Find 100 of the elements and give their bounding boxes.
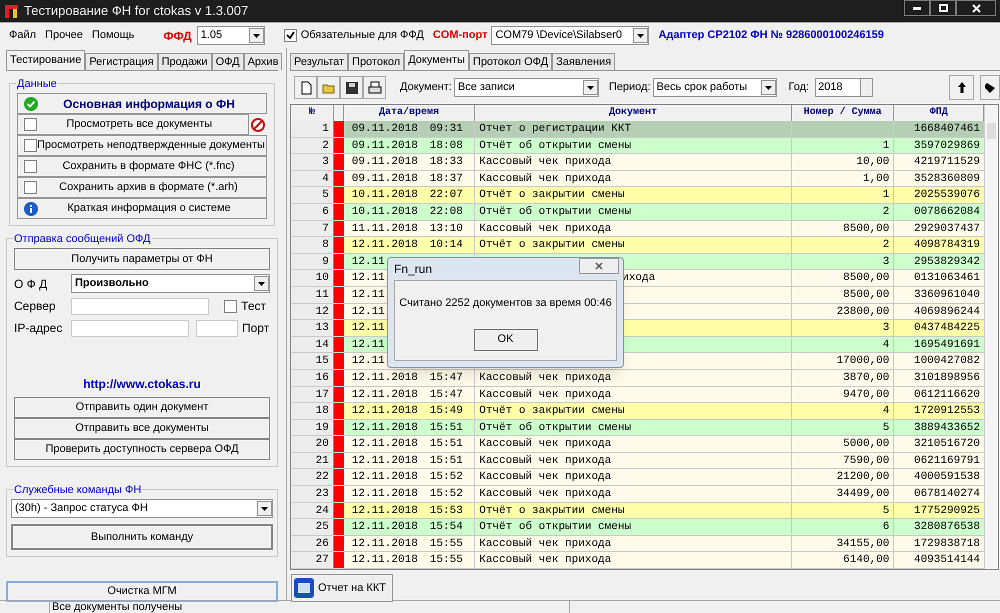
checkbox[interactable] bbox=[224, 300, 238, 312]
up-arrow-button[interactable] bbox=[949, 75, 974, 100]
table-row[interactable]: 8 12.11.2018 10:14 Отчёт о закрытии смены 2 4098784319 bbox=[291, 237, 984, 254]
sum-cell: 2 bbox=[882, 239, 890, 252]
table-row[interactable]: 21 12.11.2018 15:51 Кассовый чек прихода 7590,00 0621169791 bbox=[291, 452, 984, 470]
dropdown-field[interactable]: (30h) - Запрос статуса ФН bbox=[11, 499, 273, 518]
dropdown-field[interactable]: Все записи bbox=[454, 78, 599, 97]
table-row[interactable]: 27 12.11.2018 15:55 Кассовый чек прихода 6140,00 4093514144 bbox=[291, 552, 984, 570]
tab[interactable]: Результат bbox=[290, 53, 348, 70]
maximize-button[interactable] bbox=[930, 0, 956, 16]
sum-cell: 34499,00 bbox=[836, 488, 890, 500]
document-cell-text: Отчёт о закрытии смены bbox=[479, 188, 624, 203]
checkbox[interactable] bbox=[24, 181, 37, 194]
sum-cell: 34155,00 bbox=[836, 538, 890, 550]
time-cell-text: 15:55 bbox=[430, 553, 463, 568]
data-button[interactable]: Просмотреть все документы bbox=[17, 114, 249, 135]
save-icon[interactable] bbox=[340, 76, 363, 99]
data-button[interactable]: Сохранить в формате ФНС (*.fnc) bbox=[17, 156, 267, 177]
close-icon bbox=[972, 4, 980, 12]
new-file-icon[interactable] bbox=[294, 76, 317, 99]
clear-button[interactable]: Очистка МГМ bbox=[6, 581, 278, 602]
document-cell-text: Отчёт об открытии смены bbox=[479, 520, 632, 535]
website-link[interactable]: http://www.ctokas.ru bbox=[14, 375, 270, 393]
command-button[interactable]: Отправить один документ bbox=[14, 397, 270, 418]
row-number: 18 bbox=[291, 403, 334, 419]
dropdown-field[interactable]: Произвольно bbox=[71, 274, 270, 293]
sum-cell: 23800,00 bbox=[836, 306, 890, 318]
table-row[interactable]: 16 12.11.2018 15:47 Кассовый чек прихода 3870,00 3101898956 bbox=[291, 370, 984, 386]
data-button[interactable]: Краткая информация о системе bbox=[17, 198, 267, 219]
table-row[interactable]: 4 09.11.2018 18:37 Кассовый чек прихода 1,00 3528360809 bbox=[291, 170, 984, 188]
minimize-button[interactable] bbox=[904, 0, 930, 16]
close-button[interactable] bbox=[956, 0, 996, 16]
dropdown-field[interactable]: Весь срок работы bbox=[652, 78, 776, 97]
time-cell-text: 15:51 bbox=[430, 420, 463, 436]
report-button[interactable]: Отчет на ККТ bbox=[291, 574, 393, 602]
tab[interactable]: Продажи bbox=[158, 53, 212, 70]
dropdown-field[interactable]: 1.05 bbox=[196, 26, 265, 45]
table-row[interactable]: 17 12.11.2018 15:47 Кассовый чек прихода 9470,00 0612116620 bbox=[291, 386, 984, 404]
row-number: 5 bbox=[291, 187, 334, 203]
menu-item[interactable]: Прочее bbox=[45, 27, 83, 44]
year-spinner[interactable]: 2018 bbox=[815, 78, 874, 97]
date-cell-text: 12.11.2018 bbox=[352, 536, 418, 552]
table-row[interactable]: 18 12.11.2018 15:49 Отчёт о закрытии смены 4 1720912553 bbox=[291, 403, 984, 420]
close-button[interactable] bbox=[579, 258, 619, 274]
ofd-label: О Ф Д bbox=[14, 276, 48, 292]
date-cell-text: 10.11.2018 bbox=[352, 188, 418, 203]
tab[interactable]: Заявления bbox=[552, 53, 616, 70]
scrollbar[interactable] bbox=[984, 105, 998, 570]
sum-cell: 1 bbox=[882, 140, 890, 152]
checkbox[interactable] bbox=[24, 118, 37, 131]
table-row[interactable]: 5 10.11.2018 22:07 Отчёт о закрытии смены 1 2025539076 bbox=[291, 187, 984, 204]
table-row[interactable]: 26 12.11.2018 15:55 Кассовый чек прихода 34155,00 1729838718 bbox=[291, 536, 984, 552]
command-button[interactable]: Отправить все документы bbox=[14, 418, 270, 439]
row-number: 23 bbox=[291, 486, 334, 502]
table-row[interactable]: 1 09.11.2018 09:31 Отчет о регистрации ККТ 1668407461 bbox=[291, 121, 984, 138]
server-label: Сервер bbox=[14, 298, 57, 315]
tab[interactable]: Архив bbox=[244, 53, 282, 70]
data-button[interactable]: Просмотреть неподтвержденные документы bbox=[17, 135, 267, 156]
tag-icon[interactable] bbox=[980, 75, 1000, 100]
table-row[interactable]: 6 10.11.2018 22:08 Отчёт об открытии смены 2 0078662084 bbox=[291, 204, 984, 221]
tab[interactable]: Протокол ОФД bbox=[468, 53, 552, 70]
server-field[interactable] bbox=[71, 298, 209, 314]
date-cell-text: 09.11.2018 bbox=[352, 155, 418, 170]
dropdown-field[interactable]: COM79 \Device\Silabser0 bbox=[491, 26, 650, 45]
checkbox[interactable] bbox=[24, 139, 37, 152]
open-folder-icon[interactable] bbox=[317, 76, 340, 99]
table-row[interactable]: 2 09.11.2018 18:08 Отчёт об открытии смены 1 3597029869 bbox=[291, 138, 984, 154]
table-row[interactable]: 7 11.11.2018 13:10 Кассовый чек прихода 8500,00 2929037437 bbox=[291, 220, 984, 238]
ip-field[interactable] bbox=[71, 320, 189, 336]
document-cell-text: Отчёт об открытии смены bbox=[479, 204, 632, 220]
data-button[interactable]: Сохранить архив в формате (*.arh) bbox=[17, 177, 267, 198]
table-row[interactable]: 20 12.11.2018 15:51 Кассовый чек прихода 5000,00 3210516720 bbox=[291, 436, 984, 453]
checkbox[interactable] bbox=[284, 29, 297, 42]
menu-item[interactable]: Файл bbox=[9, 27, 36, 44]
port-field[interactable] bbox=[196, 320, 238, 336]
table-row[interactable]: 22 12.11.2018 15:52 Кассовый чек прихода 21200,00 4000591538 bbox=[291, 469, 984, 486]
command-button[interactable]: Получить параметры от ФН bbox=[14, 248, 270, 270]
table-row[interactable]: 3 09.11.2018 18:33 Кассовый чек прихода 10,00 4219711529 bbox=[291, 154, 984, 171]
menu-item[interactable]: Помощь bbox=[92, 27, 134, 44]
command-button[interactable]: Проверить доступность сервера ОФД bbox=[14, 439, 270, 460]
print-icon[interactable] bbox=[363, 76, 386, 99]
tab[interactable]: Тестирование bbox=[6, 50, 86, 70]
table-row[interactable]: 23 12.11.2018 15:52 Кассовый чек прихода 34499,00 0678140274 bbox=[291, 486, 984, 503]
tab[interactable]: Протокол bbox=[348, 53, 404, 70]
document-cell-text: Кассовый чек прихода bbox=[479, 370, 612, 386]
table-row[interactable]: 19 12.11.2018 15:51 Отчёт об открытии смены 5 3889433652 bbox=[291, 420, 984, 436]
table-row[interactable]: 24 12.11.2018 15:53 Отчёт о закрытии смены 5 1775290925 bbox=[291, 502, 984, 520]
command-button[interactable]: Выполнить команду bbox=[11, 524, 273, 550]
adapter-info: Адаптер CP2102 ФН № 9286000100246159 bbox=[658, 28, 884, 44]
checkbox[interactable] bbox=[24, 160, 37, 173]
tab[interactable]: Регистрация bbox=[85, 53, 158, 70]
year-label: Год: bbox=[788, 80, 810, 96]
tab[interactable]: ОФД bbox=[212, 53, 244, 70]
fpd-cell: 4000591538 bbox=[914, 471, 980, 484]
fpd-cell: 0612116620 bbox=[914, 388, 980, 400]
row-number: 19 bbox=[291, 420, 334, 436]
ok-button[interactable]: OK bbox=[474, 328, 538, 350]
tab[interactable]: Документы bbox=[404, 50, 469, 70]
table-row[interactable]: 25 12.11.2018 15:54 Отчёт об открытии смены 6 3280876538 bbox=[291, 519, 984, 536]
data-button[interactable]: Основная информация о ФН bbox=[17, 93, 267, 114]
